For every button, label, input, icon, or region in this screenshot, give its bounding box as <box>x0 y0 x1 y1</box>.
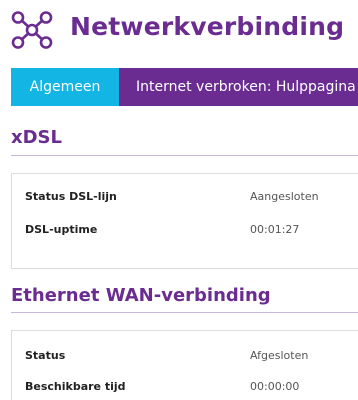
row-value: 00:01:27 <box>250 223 300 236</box>
row-label: DSL-uptime <box>25 223 98 236</box>
table-row: Beschikbare tijd 00:00:00 <box>12 378 358 398</box>
row-label: Status DSL-lijn <box>25 190 117 203</box>
tab-bar: Algemeen Internet verbroken: Hulppagina <box>0 68 358 106</box>
section-divider <box>11 155 358 156</box>
xdsl-panel: Status DSL-lijn Aangesloten DSL-uptime 0… <box>11 173 358 269</box>
section-title-xdsl: xDSL <box>11 127 62 148</box>
page-header: Netwerkverbinding <box>0 0 358 56</box>
tab-internet-help[interactable]: Internet verbroken: Hulppagina <box>119 68 358 106</box>
network-nodes-icon <box>11 11 53 49</box>
table-row: DSL-uptime 00:01:27 <box>12 221 358 241</box>
row-label: Beschikbare tijd <box>25 380 126 393</box>
page: Netwerkverbinding Algemeen Internet verb… <box>0 0 358 400</box>
row-value: Afgesloten <box>250 349 309 362</box>
row-value: Aangesloten <box>250 190 319 203</box>
row-label: Status <box>25 349 66 362</box>
section-title-ethernet-wan: Ethernet WAN-verbinding <box>11 285 271 306</box>
tab-algemeen[interactable]: Algemeen <box>11 68 119 106</box>
table-row: Status DSL-lijn Aangesloten <box>12 188 358 208</box>
page-title: Netwerkverbinding <box>70 12 345 41</box>
section-divider <box>11 312 358 313</box>
row-value: 00:00:00 <box>250 380 300 393</box>
table-row: Status Afgesloten <box>12 347 358 367</box>
ethernet-wan-panel: Status Afgesloten Beschikbare tijd 00:00… <box>11 330 358 400</box>
